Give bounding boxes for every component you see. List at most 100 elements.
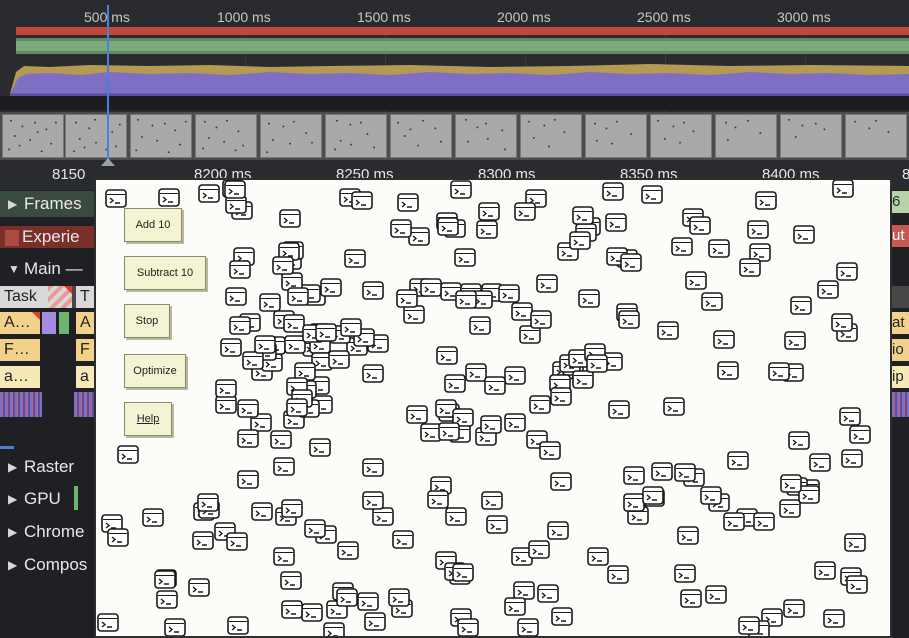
event-label: A xyxy=(80,314,91,331)
frames-cell[interactable]: 6 xyxy=(892,191,909,213)
experience-cell[interactable]: ut xyxy=(892,225,909,247)
screenshot-thumbnail[interactable] xyxy=(65,114,127,158)
terminal-window-icon xyxy=(550,472,572,491)
terminal-window-icon xyxy=(642,486,664,505)
playhead-handle[interactable] xyxy=(101,158,115,166)
micro-events-cell xyxy=(892,392,909,417)
track-gpu[interactable]: ▶ GPU xyxy=(0,484,100,514)
function-call-cell[interactable]: io xyxy=(892,339,909,361)
layout-shift-marker[interactable] xyxy=(5,230,19,246)
screenshot-thumbnail[interactable] xyxy=(455,114,517,158)
screenshot-thumbnail[interactable] xyxy=(650,114,712,158)
anonymous-cell[interactable]: ip xyxy=(892,366,909,388)
terminal-window-icon xyxy=(392,530,414,549)
screenshot-thumbnail[interactable] xyxy=(585,114,647,158)
terminal-window-icon xyxy=(657,321,679,340)
screenshot-thumbnail[interactable] xyxy=(390,114,452,158)
expand-triangle-icon[interactable]: ▶ xyxy=(8,558,24,572)
terminal-window-icon xyxy=(279,209,301,228)
optimize-button[interactable]: Optimize xyxy=(124,354,186,388)
terminal-window-icon xyxy=(839,407,861,426)
add-10-button[interactable]: Add 10 xyxy=(124,208,182,242)
terminal-window-icon xyxy=(689,216,711,235)
track-chrome-child[interactable]: ▶ Chrome xyxy=(0,517,100,547)
terminal-window-icon xyxy=(511,302,533,321)
terminal-window-icon xyxy=(455,290,477,309)
expand-triangle-icon[interactable]: ▶ xyxy=(8,460,24,474)
anonymous-event[interactable]: a xyxy=(76,366,94,388)
terminal-window-icon xyxy=(457,618,479,636)
terminal-window-icon xyxy=(284,335,306,354)
function-call-event[interactable]: F xyxy=(76,339,94,361)
terminal-window-icon xyxy=(351,191,373,210)
overview-tick: 1000 ms xyxy=(217,9,271,25)
task-cell[interactable] xyxy=(892,286,909,308)
terminal-window-icon xyxy=(158,188,180,207)
screenshot-thumbnail[interactable] xyxy=(715,114,777,158)
track-raster[interactable]: ▶ Raster xyxy=(0,452,100,482)
terminal-window-icon xyxy=(849,425,871,444)
function-call-event[interactable]: F… xyxy=(0,339,40,361)
function-call-event[interactable]: A xyxy=(76,312,94,334)
task-event[interactable]: T xyxy=(76,286,94,308)
terminal-window-icon xyxy=(753,512,775,531)
terminal-window-icon xyxy=(198,184,220,203)
terminal-window-icon xyxy=(779,499,801,518)
terminal-window-icon xyxy=(272,256,294,275)
expand-triangle-icon[interactable]: ▶ xyxy=(8,492,24,506)
track-experience[interactable]: Experie xyxy=(22,222,96,252)
stop-button[interactable]: Stop xyxy=(124,304,170,338)
terminal-window-icon xyxy=(727,451,749,470)
expand-triangle-icon[interactable]: ▶ xyxy=(8,197,24,211)
scroll-indicator xyxy=(0,446,14,449)
track-main[interactable]: ▼ Main — xyxy=(0,254,100,284)
terminal-window-icon xyxy=(620,253,642,272)
screenshot-thumbnail[interactable] xyxy=(195,114,257,158)
expand-triangle-icon[interactable]: ▶ xyxy=(8,525,24,539)
screenshot-thumbnail[interactable] xyxy=(325,114,387,158)
terminal-window-icon xyxy=(465,363,487,382)
screenshot-thumbnail[interactable] xyxy=(780,114,842,158)
terminal-window-icon xyxy=(420,278,442,297)
button-label: Stop xyxy=(135,315,159,327)
gpu-event[interactable] xyxy=(74,486,78,510)
playhead-line[interactable] xyxy=(107,5,109,165)
overview-tick: 2000 ms xyxy=(497,9,551,25)
overview-divider xyxy=(0,96,909,110)
screenshot-thumbnail[interactable] xyxy=(2,114,64,158)
track-compositor[interactable]: ▶ Compos xyxy=(0,550,100,580)
screenshot-thumbnail[interactable] xyxy=(845,114,907,158)
terminal-window-icon xyxy=(484,376,506,395)
terminal-window-icon xyxy=(788,431,810,450)
terminal-window-icon xyxy=(844,533,866,552)
terminal-window-icon xyxy=(717,361,739,380)
terminal-window-icon xyxy=(344,249,366,268)
track-frames[interactable]: ▶ Frames xyxy=(0,189,100,219)
screenshot-thumbnail[interactable] xyxy=(260,114,322,158)
screenshot-thumbnail[interactable] xyxy=(520,114,582,158)
terminal-window-icon xyxy=(229,260,251,279)
terminal-window-icon xyxy=(814,561,836,580)
collapse-triangle-icon[interactable]: ▼ xyxy=(8,262,24,276)
terminal-window-icon xyxy=(478,202,500,221)
terminal-window-icon xyxy=(390,219,412,238)
terminal-window-icon xyxy=(229,316,251,335)
style-event[interactable] xyxy=(42,312,56,334)
function-call-cell[interactable]: at xyxy=(892,312,909,334)
terminal-window-icon xyxy=(237,429,259,448)
terminal-window-icon xyxy=(780,474,802,493)
terminal-window-icon xyxy=(783,599,805,618)
paint-event[interactable] xyxy=(59,312,69,334)
terminal-window-icon xyxy=(513,581,535,600)
function-call-event[interactable]: A… xyxy=(0,312,40,334)
screenshot-thumbnail[interactable] xyxy=(130,114,192,158)
subtract-10-button[interactable]: Subtract 10 xyxy=(124,256,206,290)
anonymous-event[interactable]: a… xyxy=(0,366,40,388)
terminal-window-icon xyxy=(225,287,247,306)
screenshot-filmstrip[interactable] xyxy=(0,112,909,160)
terminal-window-icon xyxy=(156,590,178,609)
terminal-window-icon xyxy=(480,415,502,434)
demo-app-icon-field xyxy=(97,180,871,636)
terminal-window-icon xyxy=(809,453,831,472)
help-button[interactable]: Help xyxy=(124,402,172,436)
